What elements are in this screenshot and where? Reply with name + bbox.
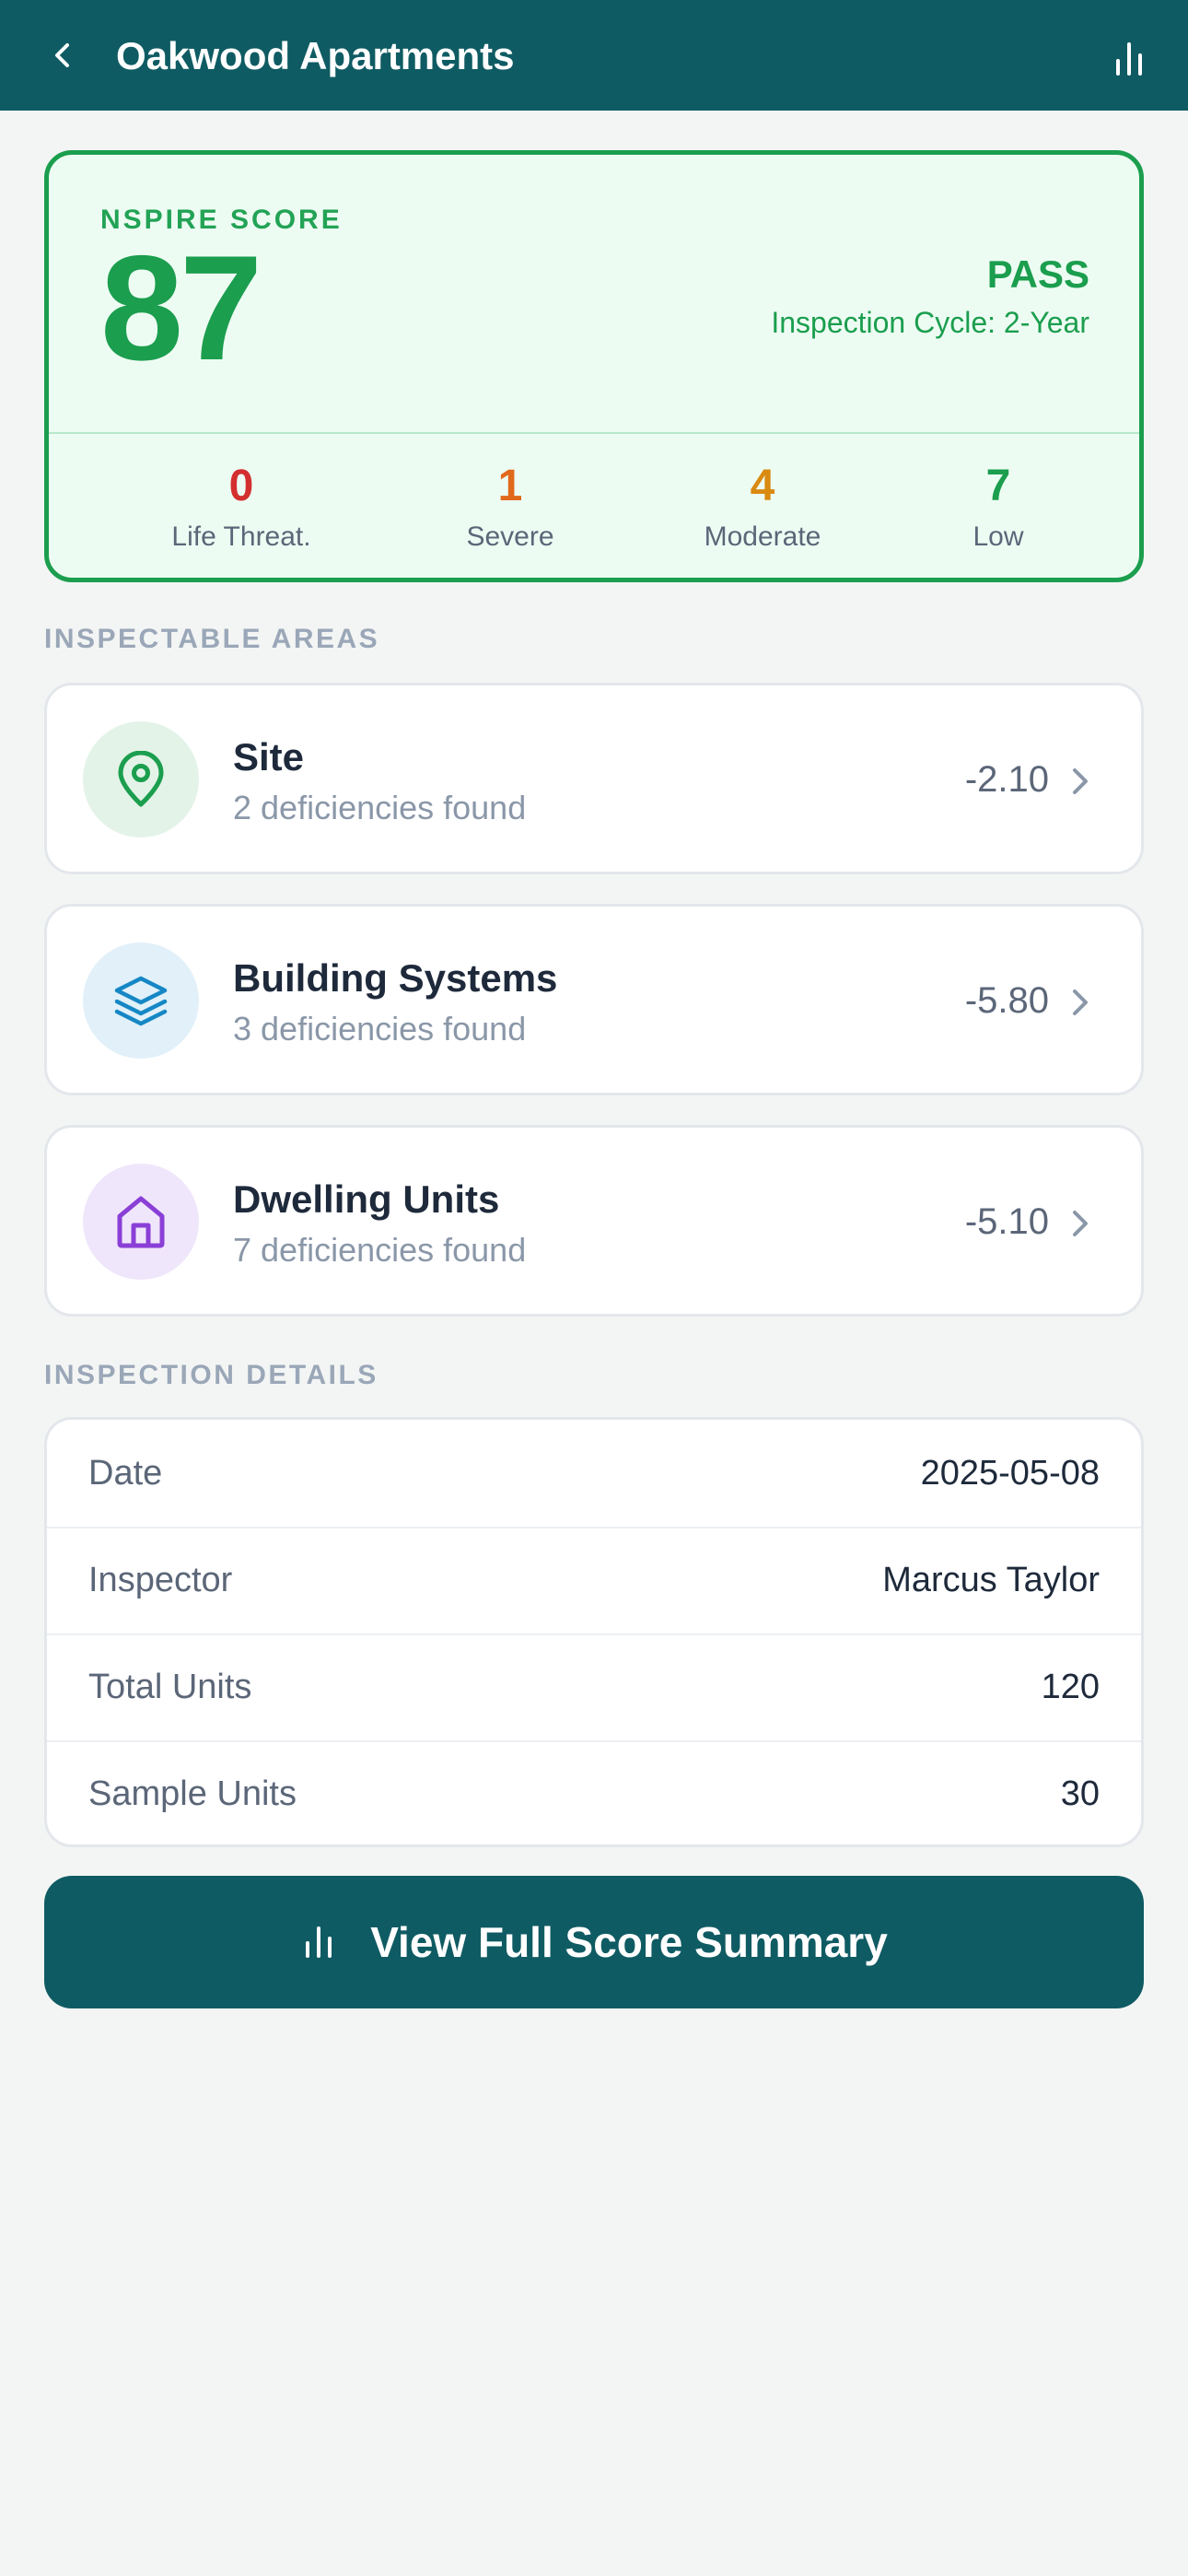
bar-chart-icon <box>300 1924 337 1961</box>
detail-value: Marcus Taylor <box>882 1561 1100 1599</box>
severity-moderate: 4 Moderate <box>652 464 873 553</box>
severity-label: Life Threat. <box>171 521 311 552</box>
stats-button[interactable] <box>1107 37 1151 81</box>
area-deficiencies: 3 deficiencies found <box>233 1010 527 1048</box>
area-name: Site <box>233 735 305 779</box>
severity-label: Severe <box>466 521 554 552</box>
severity-count: 4 <box>750 462 775 510</box>
bar-chart-icon <box>1116 42 1142 76</box>
severity-count: 0 <box>228 462 254 510</box>
score-value: 87 <box>100 225 262 392</box>
area-score: -5.80 <box>964 980 1049 1021</box>
area-name: Building Systems <box>233 956 558 1000</box>
section-title-areas: INSPECTABLE AREAS <box>44 624 380 654</box>
area-card-dwelling-units[interactable]: Dwelling Units 7 deficiencies found -5.1… <box>44 1125 1144 1317</box>
score-card: NSPIRE SCORE 87 PASS Inspection Cycle: 2… <box>44 150 1144 582</box>
area-name: Dwelling Units <box>233 1177 500 1221</box>
back-button[interactable] <box>44 37 81 74</box>
area-card-building-systems[interactable]: Building Systems 3 deficiencies found -5… <box>44 904 1144 1095</box>
chevron-right-icon <box>1067 984 1093 1021</box>
severity-label: Low <box>973 521 1024 552</box>
severity-summary: 0 Life Threat. 1 Severe 4 Moderate 7 Low <box>49 464 1139 566</box>
area-score: -2.10 <box>964 759 1049 800</box>
area-icon-circle <box>83 943 199 1059</box>
section-title-details: INSPECTION DETAILS <box>44 1360 379 1390</box>
severity-life-threatening: 0 Life Threat. <box>131 464 352 553</box>
inspection-cycle: Inspection Cycle: 2-Year <box>771 306 1089 339</box>
app-header: Oakwood Apartments <box>0 0 1188 111</box>
detail-label: Sample Units <box>88 1774 297 1813</box>
detail-row-inspector: Inspector Marcus Taylor <box>47 1527 1141 1633</box>
divider <box>49 432 1139 434</box>
detail-label: Inspector <box>88 1561 233 1599</box>
severity-severe: 1 Severe <box>400 464 621 553</box>
detail-row-sample-units: Sample Units 30 <box>47 1740 1141 1844</box>
severity-low: 7 Low <box>888 464 1109 553</box>
severity-count: 7 <box>985 462 1011 510</box>
detail-label: Date <box>88 1454 163 1493</box>
chevron-left-icon <box>55 43 69 67</box>
chevron-right-icon <box>1067 763 1093 800</box>
area-deficiencies: 7 deficiencies found <box>233 1231 527 1269</box>
severity-label: Moderate <box>704 521 821 552</box>
severity-count: 1 <box>497 462 523 510</box>
detail-row-date: Date 2025-05-08 <box>47 1420 1141 1527</box>
chevron-right-icon <box>1067 1205 1093 1242</box>
area-icon-circle <box>83 721 199 837</box>
view-score-summary-button[interactable]: View Full Score Summary <box>44 1876 1144 2008</box>
home-icon <box>117 1196 165 1248</box>
layers-icon <box>114 976 168 1026</box>
detail-value: 2025-05-08 <box>920 1454 1100 1493</box>
area-score: -5.10 <box>964 1201 1049 1242</box>
detail-value: 30 <box>1060 1774 1100 1813</box>
pass-badge: PASS <box>986 252 1089 296</box>
area-deficiencies: 2 deficiencies found <box>233 789 527 826</box>
detail-label: Total Units <box>88 1668 252 1706</box>
cta-label: View Full Score Summary <box>370 1918 888 1966</box>
area-card-site[interactable]: Site 2 deficiencies found -2.10 <box>44 683 1144 874</box>
page-title: Oakwood Apartments <box>116 34 515 77</box>
map-pin-icon <box>118 751 164 807</box>
detail-value: 120 <box>1041 1668 1100 1706</box>
inspection-screen: Oakwood Apartments NSPIRE SCORE 87 PASS … <box>0 0 1188 2576</box>
inspection-details-card: Date 2025-05-08 Inspector Marcus Taylor … <box>44 1417 1144 1847</box>
area-icon-circle <box>83 1164 199 1280</box>
detail-row-total-units: Total Units 120 <box>47 1633 1141 1740</box>
